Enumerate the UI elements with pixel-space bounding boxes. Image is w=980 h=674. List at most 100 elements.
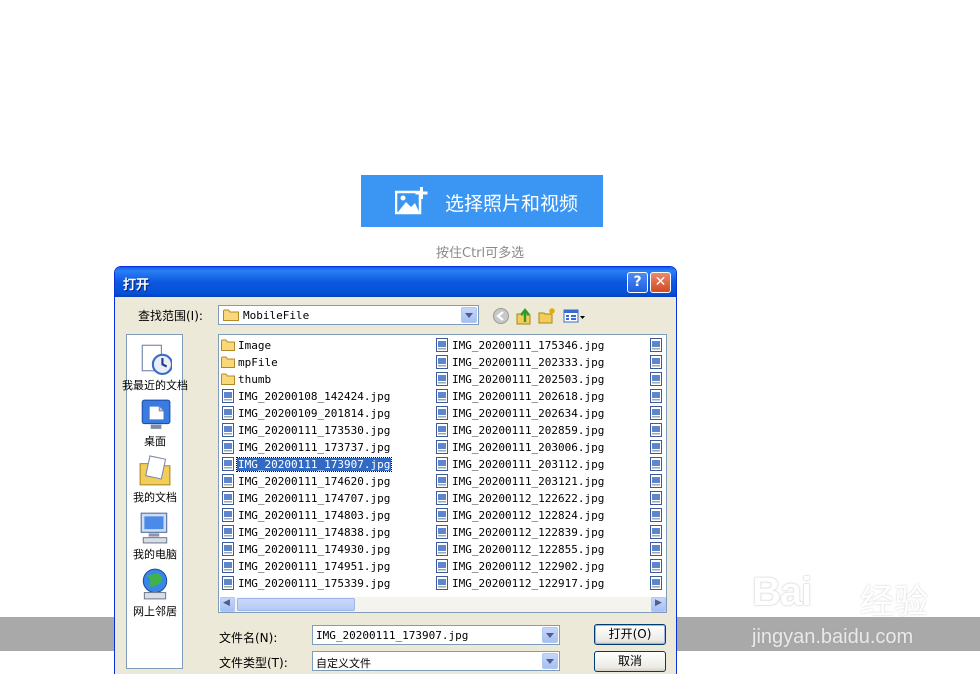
file-name: IMG_20200111_174930.jpg <box>238 543 391 556</box>
jpg-file-icon <box>222 474 234 488</box>
file-name: IMG_20200111_174951.jpg <box>238 560 391 573</box>
place-label: 桌面 <box>144 435 166 448</box>
file-name: IMG_20200108_142424.jpg <box>238 390 391 403</box>
scroll-thumb[interactable] <box>237 598 355 611</box>
jpg-file-icon <box>650 491 662 505</box>
file-name: IMG_20200111_173530.jpg <box>238 424 391 437</box>
network-places-icon <box>142 568 168 600</box>
folder-icon <box>221 373 235 385</box>
jpg-file-icon <box>650 525 662 539</box>
dialog-titlebar[interactable]: 打开 ? ✕ <box>115 267 676 297</box>
place-recent-documents[interactable]: 我最近的文档 <box>115 341 195 393</box>
scroll-right-button[interactable]: ▶ <box>651 597 666 612</box>
baidu-jingyan-watermark: Bai 经验 jingyan.baidu.com <box>752 570 972 660</box>
filename-field[interactable]: IMG_20200111_173907.jpg <box>312 625 560 645</box>
jpg-file-icon <box>436 576 448 590</box>
place-label: 我的电脑 <box>133 548 177 561</box>
jpg-file-icon <box>650 389 662 403</box>
file-name: IMG_20200109_201814.jpg <box>238 407 391 420</box>
jpg-file-icon <box>650 372 662 386</box>
filename-dropdown-arrow[interactable] <box>542 627 558 643</box>
jpg-file-icon <box>222 542 234 556</box>
jpg-file-icon <box>650 338 662 352</box>
look-in-dropdown-arrow[interactable] <box>461 307 477 323</box>
file-name: IMG_20200112_122824.jpg <box>452 509 605 522</box>
close-button[interactable]: ✕ <box>650 272 671 293</box>
jpg-file-icon <box>436 338 448 352</box>
file-name: Image <box>238 339 272 352</box>
file-name: IMG_20200111_202859.jpg <box>452 424 605 437</box>
place-my-documents[interactable]: 我的文档 <box>115 453 195 505</box>
back-icon[interactable] <box>492 307 510 325</box>
jpg-file-icon <box>222 576 234 590</box>
new-folder-icon[interactable] <box>538 307 556 325</box>
place-my-computer[interactable]: 我的电脑 <box>115 510 195 562</box>
jpg-file-icon <box>436 389 448 403</box>
place-desktop[interactable]: 桌面 <box>115 397 195 449</box>
jpg-file-icon <box>222 389 234 403</box>
jpg-file-icon <box>222 406 234 420</box>
file-name: IMG_20200111_175339.jpg <box>238 577 391 590</box>
select-photos-videos-button[interactable]: 选择照片和视频 <box>361 175 603 227</box>
up-folder-icon[interactable] <box>515 307 533 325</box>
file-name: IMG_20200112_122855.jpg <box>452 543 605 556</box>
jpg-file-icon <box>436 491 448 505</box>
look-in-value: MobileFile <box>243 309 310 322</box>
folder-icon <box>221 356 235 368</box>
jpg-file-icon <box>650 355 662 369</box>
jpg-file-icon <box>436 525 448 539</box>
jpg-file-icon <box>436 355 448 369</box>
dialog-title: 打开 <box>123 278 150 293</box>
scroll-left-button[interactable]: ◀ <box>220 597 235 612</box>
desktop-icon <box>141 399 171 429</box>
file-name: IMG_20200112_122622.jpg <box>452 492 605 505</box>
file-name: IMG_20200111_202618.jpg <box>452 390 605 403</box>
jpg-file-icon <box>436 372 448 386</box>
file-name: mpFile <box>238 356 278 369</box>
help-button[interactable]: ? <box>627 272 648 293</box>
recent-documents-icon <box>141 344 172 375</box>
watermark-logo-text: Bai <box>752 570 812 614</box>
place-label: 网上邻居 <box>133 605 177 618</box>
file-name: IMG_20200111_202503.jpg <box>452 373 605 386</box>
multi-select-hint: 按住Ctrl可多选 <box>436 246 525 261</box>
jpg-file-icon <box>650 423 662 437</box>
open-file-dialog: 打开 ? ✕ 查找范围(I): MobileFile 我最近的文档桌面我的文档我… <box>114 266 677 674</box>
filetype-dropdown-arrow[interactable] <box>542 653 558 669</box>
file-name: IMG_20200111_202634.jpg <box>452 407 605 420</box>
jpg-file-icon <box>222 457 234 471</box>
jpg-file-icon <box>222 491 234 505</box>
jpg-file-icon <box>436 474 448 488</box>
jpg-file-icon <box>436 457 448 471</box>
add-image-icon <box>395 187 428 215</box>
watermark-url: jingyan.baidu.com <box>752 626 914 648</box>
places-bar: 我最近的文档 桌面 我的文档 我的电脑 网上邻居 <box>122 334 188 669</box>
jpg-file-icon <box>222 559 234 573</box>
file-name: IMG_20200111_174803.jpg <box>238 509 391 522</box>
view-menu-icon[interactable] <box>563 307 587 325</box>
folder-icon <box>223 309 239 321</box>
jpg-file-icon <box>650 440 662 454</box>
look-in-combo[interactable]: MobileFile <box>218 305 479 325</box>
filename-label: 文件名(N): <box>219 631 278 645</box>
file-list[interactable]: Image mpFile thumb IMG_20200108_142424.jpg I… <box>218 334 667 613</box>
open-button[interactable]: 打开(O) <box>594 624 666 645</box>
look-in-label: 查找范围(I): <box>138 309 203 323</box>
scroll-left-icon: ◀ <box>223 598 230 608</box>
horizontal-scrollbar[interactable]: ◀ ▶ <box>220 597 666 612</box>
place-label: 我的文档 <box>133 491 177 504</box>
jpg-file-icon <box>650 576 662 590</box>
file-name: IMG_20200111_175346.jpg <box>452 339 605 352</box>
filetype-label: 文件类型(T): <box>219 656 288 670</box>
cancel-button[interactable]: 取消 <box>594 651 666 672</box>
place-network-places[interactable]: 网上邻居 <box>115 567 195 619</box>
jpg-file-icon <box>436 440 448 454</box>
jpg-file-icon <box>436 542 448 556</box>
filetype-select[interactable]: 自定义文件 <box>312 651 560 671</box>
file-name: IMG_20200111_174620.jpg <box>238 475 391 488</box>
file-name: IMG_20200111_202333.jpg <box>452 356 605 369</box>
jpg-file-icon <box>650 508 662 522</box>
jpg-file-icon <box>436 406 448 420</box>
filename-value: IMG_20200111_173907.jpg <box>316 629 469 642</box>
jpg-file-icon <box>436 508 448 522</box>
